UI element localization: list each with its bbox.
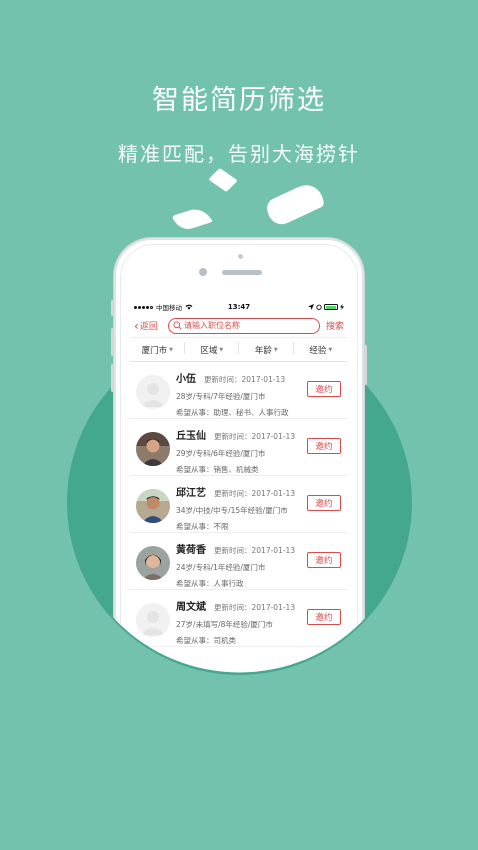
invite-button[interactable]: 邀约: [307, 609, 341, 625]
search-placeholder: 请输入职位名称: [184, 321, 240, 330]
status-time: 13:47: [227, 303, 251, 311]
desired-position: 希望从事：司机类: [176, 636, 236, 645]
filter-district[interactable]: 区域 ▼: [185, 344, 240, 356]
candidate-row[interactable]: 周文斌 更新时间：2017-01-13 27岁/未填写/8年经验/厦门市 希望从事…: [130, 590, 348, 647]
candidate-name: 邱江艺: [176, 488, 206, 499]
invite-button[interactable]: 邀约: [307, 381, 341, 397]
front-camera: [199, 268, 207, 276]
wifi-icon: [185, 304, 193, 310]
candidate-list: 小伍 更新时间：2017-01-13 28岁/专科/7年经验/厦门市 希望从事：助…: [130, 362, 348, 647]
caret-down-icon: ▼: [273, 347, 278, 353]
search-icon: [173, 321, 182, 330]
avatar-placeholder: [136, 603, 170, 637]
candidate-name: 丘玉仙: [176, 431, 206, 442]
desired-position: 希望从事：不限: [176, 522, 229, 531]
desired-position: 希望从事：人事行政: [176, 579, 244, 588]
caret-down-icon: ▼: [219, 347, 224, 353]
top-navigation-bar: ‹ 返回 请输入职位名称 搜索: [130, 314, 348, 338]
candidate-row[interactable]: 丘玉仙 更新时间：2017-01-13 29岁/专科/6年经验/厦门市 希望从事：…: [130, 419, 348, 476]
back-label: 返回: [139, 322, 158, 332]
avatar-placeholder: [136, 375, 170, 409]
updated-time: 更新时间：2017-01-13: [214, 432, 296, 441]
front-sensor: [238, 254, 243, 259]
avatar-photo: [136, 489, 170, 523]
earpiece-speaker: [222, 270, 262, 275]
updated-time: 更新时间：2017-01-13: [214, 546, 296, 555]
location-icon: [308, 304, 314, 310]
search-input[interactable]: 请输入职位名称: [168, 318, 320, 334]
candidate-row[interactable]: 小伍 更新时间：2017-01-13 28岁/专科/7年经验/厦门市 希望从事：助…: [130, 362, 348, 419]
updated-time: 更新时间：2017-01-13: [204, 375, 286, 384]
carrier-label: 中国移动: [156, 304, 182, 312]
battery-icon: [324, 304, 338, 310]
desired-position: 希望从事：助理、秘书、人事行政: [176, 408, 289, 417]
invite-button[interactable]: 邀约: [307, 495, 341, 511]
caret-down-icon: ▼: [328, 347, 333, 353]
search-button[interactable]: 搜索: [326, 319, 344, 332]
status-bar: 中国移动 13:47: [130, 300, 348, 314]
candidate-name: 黄荷香: [176, 545, 206, 556]
filter-bar: 厦门市 ▼ 区域 ▼ 年龄 ▼ 经验 ▼: [130, 338, 348, 362]
desired-position: 希望从事：销售、机械类: [176, 465, 259, 474]
phone-power-button: [364, 345, 367, 385]
caret-down-icon: ▼: [169, 347, 173, 353]
filter-city[interactable]: 厦门市 ▼: [130, 344, 185, 356]
filter-experience[interactable]: 经验 ▼: [294, 344, 349, 356]
invite-button[interactable]: 邀约: [307, 438, 341, 454]
charging-icon: [340, 304, 344, 310]
app-screen: 中国移动 13:47 ‹ 返回 请输入职位名称 搜索 厦门市 ▼ 区域 ▼ 年龄…: [130, 300, 348, 660]
phone-mockup-clip: 中国移动 13:47 ‹ 返回 请输入职位名称 搜索 厦门市 ▼ 区域 ▼ 年龄…: [0, 0, 478, 850]
candidate-name: 小伍: [176, 374, 196, 385]
updated-time: 更新时间：2017-01-13: [214, 603, 296, 612]
candidate-name: 周文斌: [176, 602, 206, 613]
candidate-row[interactable]: 邱江艺 更新时间：2017-01-13 34岁/中技/中专/15年经验/厦门市 希…: [130, 476, 348, 533]
signal-icon: [134, 306, 153, 309]
candidate-row[interactable]: 黄荷香 更新时间：2017-01-13 24岁/专科/1年经验/厦门市 希望从事：…: [130, 533, 348, 590]
filter-age[interactable]: 年龄 ▼: [239, 344, 294, 356]
alarm-icon: [316, 304, 322, 310]
avatar-photo: [136, 546, 170, 580]
avatar-photo: [136, 432, 170, 466]
updated-time: 更新时间：2017-01-13: [214, 489, 296, 498]
back-button[interactable]: ‹ 返回: [134, 319, 168, 332]
chevron-left-icon: ‹: [134, 318, 139, 333]
invite-button[interactable]: 邀约: [307, 552, 341, 568]
